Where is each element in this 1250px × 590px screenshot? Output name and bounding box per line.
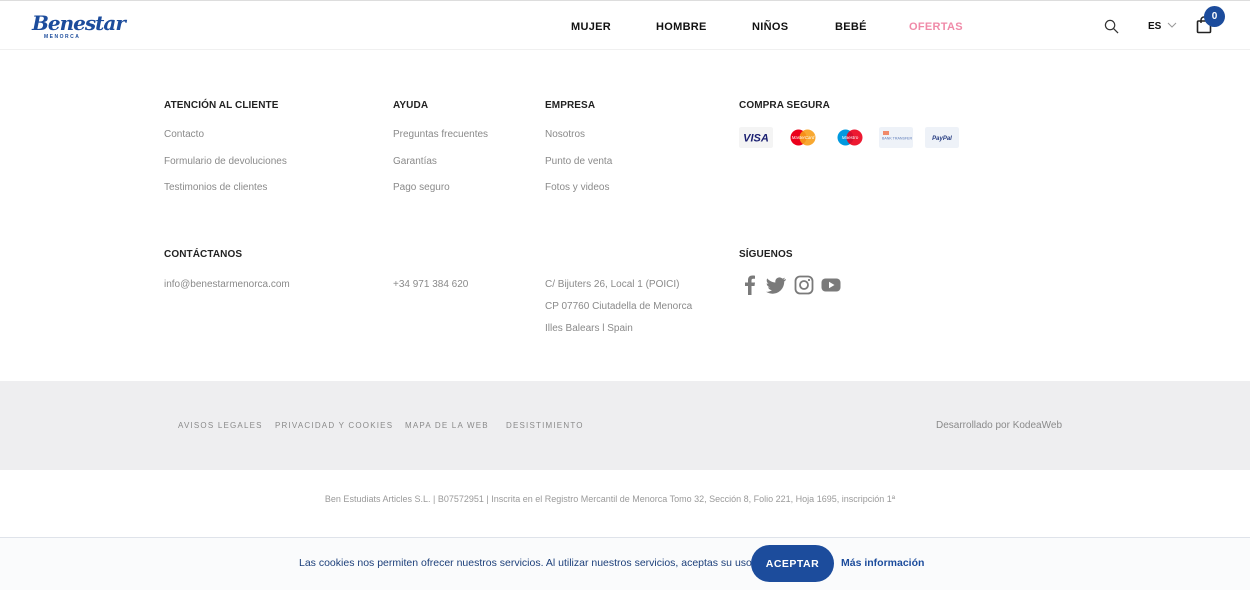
visa-label: VISA xyxy=(743,133,769,145)
link-nosotros[interactable]: Nosotros xyxy=(545,129,585,140)
nav-item-hombre[interactable]: HOMBRE xyxy=(656,21,707,33)
developer-credit[interactable]: Desarrollado por KodeaWeb xyxy=(936,420,1062,431)
paypal-icon: PayPal xyxy=(925,127,959,148)
company-registry-text: Ben Estudiats Articles S.L. | B07572951 … xyxy=(324,494,896,504)
link-avisos-legales[interactable]: AVISOS LEGALES xyxy=(178,421,263,430)
link-garantias[interactable]: Garantías xyxy=(393,156,437,167)
link-fotos-videos[interactable]: Fotos y videos xyxy=(545,182,609,193)
customer-service-title: ATENCIÓN AL CLIENTE xyxy=(164,100,279,111)
cookies-more-info-link[interactable]: Más información xyxy=(841,557,924,569)
youtube-icon[interactable] xyxy=(821,275,841,295)
contact-phone[interactable]: +34 971 384 620 xyxy=(393,279,468,290)
nav-item-mujer[interactable]: MUJER xyxy=(571,21,611,33)
follow-title: SÍGUENOS xyxy=(739,249,793,260)
twitter-icon[interactable] xyxy=(766,275,786,295)
site-header: Benestar MENORCA MUJER HOMBRE NIÑOS BEBÉ… xyxy=(0,0,1250,50)
search-icon[interactable] xyxy=(1104,19,1119,34)
contact-email[interactable]: info@benestarmenorca.com xyxy=(164,279,290,290)
contact-address: C/ Bijuters 26, Local 1 (POICI) CP 07760… xyxy=(545,279,693,334)
paypal-label: PayPal xyxy=(932,136,952,142)
secure-purchase-title: COMPRA SEGURA xyxy=(739,100,830,111)
nav-item-ofertas[interactable]: OFERTAS xyxy=(909,21,963,33)
maestro-icon: Maestro xyxy=(833,127,867,148)
main-nav: MUJER HOMBRE NIÑOS BEBÉ OFERTAS xyxy=(0,21,1250,37)
nav-item-ninos[interactable]: NIÑOS xyxy=(752,21,788,33)
bank-transfer-icon: BANK TRANSFER xyxy=(879,127,913,148)
bank-transfer-label: BANK TRANSFER xyxy=(882,137,912,141)
link-desistimiento[interactable]: DESISTIMIENTO xyxy=(506,421,584,430)
visa-icon: VISA xyxy=(739,127,773,148)
cart-count-badge[interactable]: 0 xyxy=(1204,6,1225,27)
link-punto-de-venta[interactable]: Punto de venta xyxy=(545,156,612,167)
company-title: EMPRESA xyxy=(545,100,596,111)
mastercard-icon: MasterCard xyxy=(786,127,820,148)
link-mapa-web[interactable]: MAPA DE LA WEB xyxy=(405,421,489,430)
link-pago-seguro[interactable]: Pago seguro xyxy=(393,182,450,193)
link-preguntas-frecuentes[interactable]: Preguntas frecuentes xyxy=(393,129,488,140)
link-contacto[interactable]: Contacto xyxy=(164,129,204,140)
language-selector[interactable]: ES xyxy=(1148,21,1161,32)
facebook-icon[interactable] xyxy=(740,275,760,295)
link-privacidad-cookies[interactable]: PRIVACIDAD Y COOKIES xyxy=(275,421,393,430)
cookie-banner: Las cookies nos permiten ofrecer nuestro… xyxy=(0,537,1250,590)
help-title: AYUDA xyxy=(393,100,429,111)
maestro-label: Maestro xyxy=(842,135,859,140)
contact-title: CONTÁCTANOS xyxy=(164,249,243,260)
cookie-message: Las cookies nos permiten ofrecer nuestro… xyxy=(299,557,755,569)
accept-cookies-button[interactable]: ACEPTAR xyxy=(751,545,834,582)
mastercard-label: MasterCard xyxy=(792,135,815,140)
nav-item-bebe[interactable]: BEBÉ xyxy=(835,21,867,33)
instagram-icon[interactable] xyxy=(794,275,814,295)
link-formulario-devoluciones[interactable]: Formulario de devoluciones xyxy=(164,156,287,167)
chevron-down-icon[interactable] xyxy=(1166,20,1178,30)
link-testimonios[interactable]: Testimonios de clientes xyxy=(164,182,267,193)
